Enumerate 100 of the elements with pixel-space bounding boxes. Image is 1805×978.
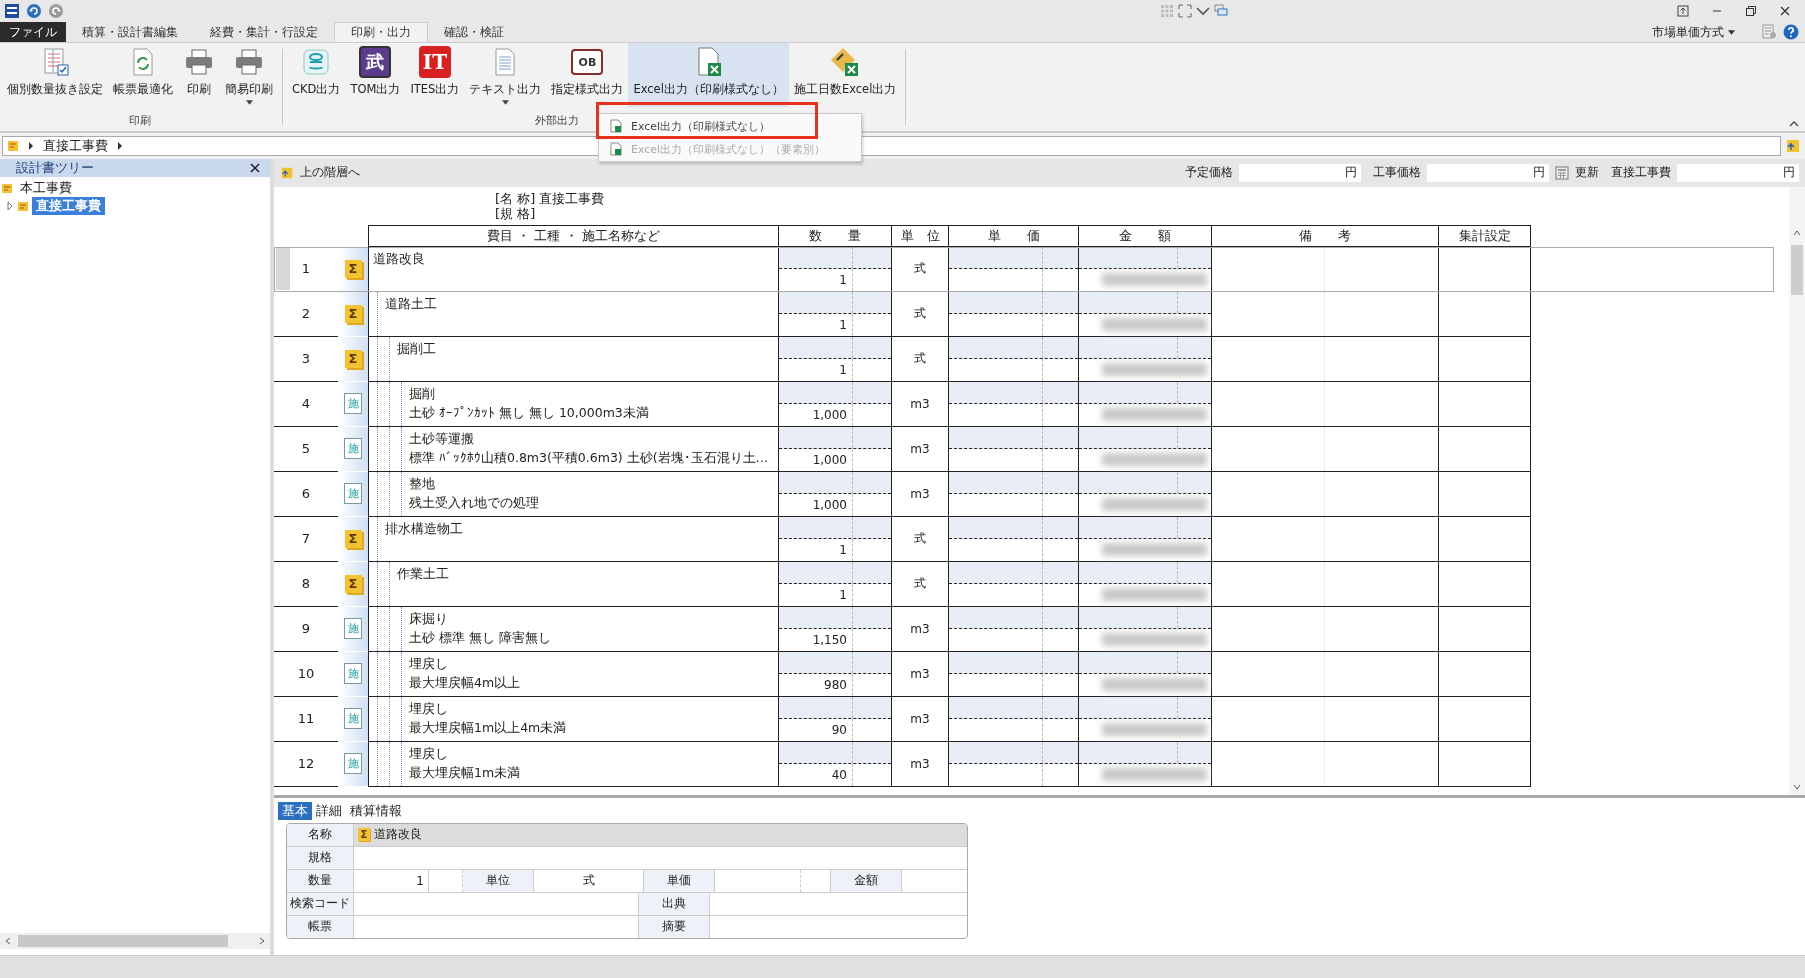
ribbon-button[interactable]: 武 TOM出力	[345, 43, 406, 107]
column-header: 集計設定	[1438, 224, 1531, 247]
name-field[interactable]: Σ 道路改良	[354, 823, 967, 846]
unit-cell: m3	[910, 396, 930, 411]
vertical-scrollbar[interactable]	[1789, 186, 1805, 795]
form-label: 数量	[287, 869, 354, 892]
ribbon-button[interactable]: CKD出力	[287, 43, 346, 107]
undo-icon[interactable]	[26, 3, 42, 19]
ribbon-tab[interactable]: 積算・設計書編集	[66, 22, 194, 42]
mode-dropdown[interactable]: 市場単価方式	[1652, 24, 1735, 40]
column-header: 単 位	[891, 224, 948, 247]
expand-arrow-icon[interactable]	[6, 202, 14, 210]
form-label: 出典	[639, 892, 710, 915]
unit-cell: m3	[910, 711, 930, 726]
item-spec: 最大埋戻幅1m未満	[409, 764, 522, 782]
ites-logo-icon: IT	[418, 46, 451, 78]
form-label: 名称	[287, 823, 354, 846]
selected-row[interactable]: 1 Σ 道路改良 1 式	[274, 246, 1774, 292]
update-button[interactable]: 更新	[1555, 165, 1599, 181]
document-settings-icon[interactable]	[1761, 24, 1777, 40]
detail-tab[interactable]: 基本	[278, 801, 312, 820]
scroll-left-icon[interactable]	[4, 937, 12, 945]
detail-tab[interactable]: 詳細	[312, 801, 346, 820]
scroll-down-icon[interactable]	[1793, 782, 1801, 791]
unit-cell: 式	[914, 530, 926, 548]
work-item-badge: 施	[344, 438, 362, 460]
ribbon-button[interactable]: OB 指定様式出力	[546, 43, 629, 107]
form-label: 単位	[463, 869, 534, 892]
quantity-cell: 1,150	[779, 629, 853, 651]
restore-icon[interactable]	[1745, 5, 1757, 17]
quantity-cell: 90	[779, 719, 853, 741]
field-label: 直接工事費	[1611, 165, 1671, 181]
caret-icon	[1728, 29, 1735, 35]
help-icon[interactable]	[1783, 24, 1799, 40]
quantity-cell: 1,000	[779, 449, 853, 471]
ribbon-button[interactable]: 帳票最適化	[108, 43, 178, 107]
chevron-right-icon[interactable]	[116, 142, 124, 150]
up-level-button[interactable]: 上の階層へ	[280, 165, 360, 181]
quantity-cell: 1	[779, 359, 853, 381]
price-field[interactable]: 円	[1677, 163, 1799, 182]
ribbon-button[interactable]: IT ITES出力	[405, 43, 465, 107]
item-name: 排水構造物工	[385, 519, 464, 538]
unit-cell: m3	[910, 666, 930, 681]
folder-icon	[17, 200, 29, 212]
unit-cell: 式	[914, 305, 926, 323]
item-name: 埋戻し	[409, 699, 449, 718]
breadcrumb-item[interactable]: 直接工事費	[43, 137, 108, 155]
ribbon-button[interactable]: Excel出力（印刷様式なし）	[628, 43, 789, 107]
scroll-thumb[interactable]	[18, 935, 228, 947]
scroll-up-icon[interactable]	[1793, 228, 1801, 237]
monitor-icon[interactable]	[1214, 4, 1228, 18]
redo-icon[interactable]	[48, 3, 64, 19]
file-tab[interactable]: ファイル	[0, 22, 66, 42]
menu-item[interactable]: Excel出力（印刷様式なし）	[599, 116, 781, 136]
item-name: 道路改良	[373, 249, 426, 268]
tree-item[interactable]: 直接工事費	[32, 197, 105, 215]
quantity-cell: 1	[779, 539, 853, 561]
item-name: 埋戻し	[409, 744, 449, 763]
quantity-cell: 40	[779, 764, 853, 786]
app-icon[interactable]	[4, 3, 20, 19]
price-field[interactable]: 円	[1427, 163, 1549, 182]
ribbon-tab[interactable]: 経費・集計・行設定	[194, 22, 334, 42]
unit-cell: 式	[914, 575, 926, 593]
printer-icon	[183, 46, 215, 78]
calculator-icon	[1555, 165, 1569, 180]
ribbon-tab[interactable]: 確認・検証	[428, 22, 520, 42]
work-item-badge: 施	[344, 618, 362, 640]
grid-icon[interactable]	[1160, 4, 1174, 18]
form-label: 単価	[644, 869, 715, 892]
ribbon-button[interactable]: 個別数量抜き設定	[2, 43, 108, 107]
form-label: 帳票	[287, 915, 354, 938]
quantity-cell: 980	[779, 674, 853, 696]
sum-badge: Σ	[344, 304, 362, 323]
scroll-right-icon[interactable]	[258, 937, 266, 945]
scroll-thumb[interactable]	[1791, 244, 1803, 295]
up-level-icon[interactable]	[1785, 138, 1801, 154]
collapse-ribbon-icon[interactable]	[1789, 121, 1799, 127]
sum-badge: Σ	[344, 574, 362, 593]
pin-icon[interactable]	[1677, 5, 1689, 17]
sheet-label: [規 格]	[495, 205, 536, 221]
quantity-cell: 1,000	[779, 404, 853, 426]
ribbon-tab[interactable]: 印刷・出力	[334, 22, 428, 42]
close-icon[interactable]	[250, 163, 260, 173]
work-item-badge: 施	[344, 663, 362, 685]
chevron-down-icon[interactable]	[1196, 4, 1210, 18]
field-label: 予定価格	[1185, 165, 1233, 181]
ribbon-button[interactable]: 施工日数Excel出力	[788, 43, 902, 107]
tree-item[interactable]: 本工事費	[16, 179, 76, 197]
row-number: 10	[297, 666, 315, 682]
ribbon-button[interactable]: テキスト出力	[464, 43, 547, 107]
horizontal-scrollbar[interactable]	[0, 933, 270, 949]
ribbon-button[interactable]: 印刷	[178, 43, 220, 107]
ribbon-button[interactable]: 簡易印刷	[220, 43, 278, 107]
price-field[interactable]: 円	[1239, 163, 1361, 182]
quantity-field[interactable]: 1	[354, 869, 429, 892]
chevron-right-icon[interactable]	[27, 142, 35, 150]
close-icon[interactable]	[1779, 5, 1791, 17]
detail-tab[interactable]: 積算情報	[346, 801, 406, 820]
column-header: 単 価	[948, 224, 1078, 247]
row-selector[interactable]	[276, 247, 290, 290]
